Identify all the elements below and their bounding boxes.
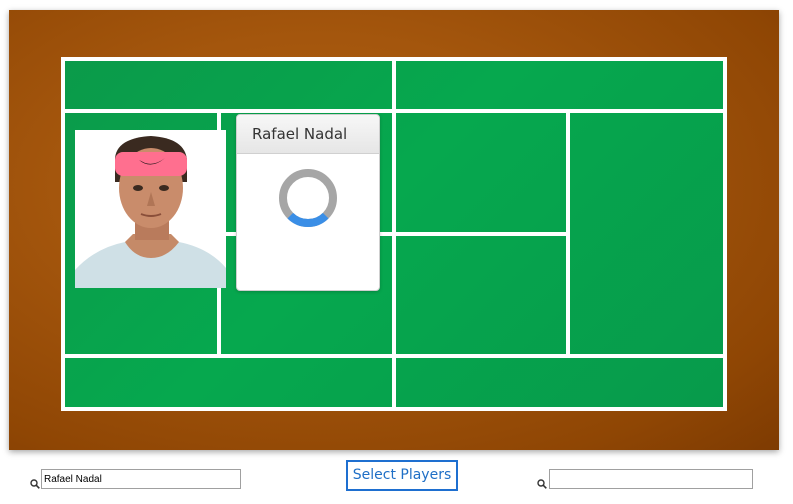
left-player-search: [30, 469, 242, 491]
loading-spinner-icon: [278, 168, 338, 232]
player-headshot-icon: [75, 130, 226, 288]
right-player-search: [537, 469, 754, 491]
player-card: Rafael Nadal: [236, 114, 380, 291]
player-photo: [75, 130, 226, 288]
magnifier-icon: [537, 474, 547, 493]
player-card-title: Rafael Nadal: [237, 115, 379, 154]
select-players-button[interactable]: Select Players: [346, 460, 458, 491]
left-player-search-input[interactable]: [41, 469, 241, 489]
magnifier-icon: [30, 474, 40, 493]
right-player-search-input[interactable]: [549, 469, 753, 489]
